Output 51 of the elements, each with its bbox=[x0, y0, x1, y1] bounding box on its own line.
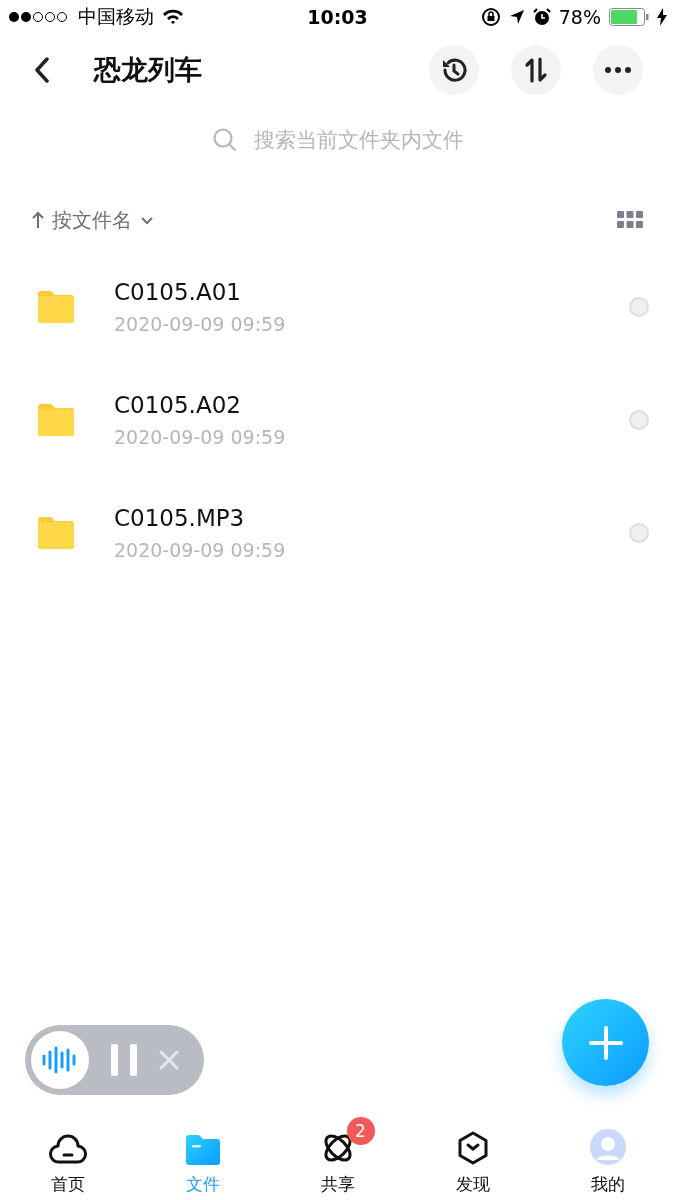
battery-percent: 78% bbox=[558, 6, 601, 28]
chevron-down-icon bbox=[140, 215, 154, 225]
history-icon bbox=[440, 56, 468, 84]
close-icon[interactable] bbox=[159, 1050, 179, 1070]
folder-icon bbox=[38, 290, 74, 323]
file-row[interactable]: C0105.MP3 2020-09-09 09:59 bbox=[0, 476, 675, 589]
file-date: 2020-09-09 09:59 bbox=[114, 425, 287, 448]
signal-icon bbox=[8, 11, 70, 23]
wifi-icon bbox=[162, 9, 184, 25]
folder-title: 恐龙列车 bbox=[94, 53, 203, 87]
plus-icon bbox=[587, 1024, 624, 1061]
folder-icon bbox=[38, 516, 74, 549]
clock-time: 10:03 bbox=[307, 6, 368, 28]
select-checkbox[interactable] bbox=[629, 522, 649, 543]
select-checkbox[interactable] bbox=[629, 296, 649, 317]
file-name: C0105.MP3 bbox=[114, 504, 246, 531]
file-name: C0105.A01 bbox=[114, 278, 242, 305]
sort-by-name-button[interactable]: 按文件名 bbox=[32, 206, 154, 234]
add-button[interactable] bbox=[562, 999, 649, 1086]
sort-order-button[interactable] bbox=[511, 45, 561, 95]
select-checkbox[interactable] bbox=[629, 409, 649, 430]
file-date: 2020-09-09 09:59 bbox=[114, 538, 287, 561]
more-button[interactable] bbox=[593, 45, 643, 95]
alarm-icon bbox=[532, 8, 551, 26]
search-icon bbox=[211, 127, 238, 153]
folder-icon bbox=[38, 403, 74, 436]
pause-icon[interactable] bbox=[109, 1044, 139, 1076]
grid-view-button[interactable] bbox=[617, 211, 643, 229]
charging-icon bbox=[657, 8, 667, 26]
folder-icon bbox=[185, 1135, 220, 1165]
notification-badge: 2 bbox=[346, 1117, 375, 1145]
carrier-name: 中国移动 bbox=[78, 4, 154, 29]
hexagon-icon bbox=[456, 1131, 489, 1165]
file-row[interactable]: C0105.A01 2020-09-09 09:59 bbox=[0, 250, 675, 363]
tab[interactable]: 我的 bbox=[540, 1110, 675, 1196]
tab[interactable]: 首页 bbox=[0, 1110, 135, 1196]
up-arrow-icon bbox=[32, 211, 44, 229]
tab[interactable]: 发现 bbox=[405, 1110, 540, 1196]
avatar-icon bbox=[589, 1129, 626, 1165]
battery-icon bbox=[609, 8, 649, 26]
file-date: 2020-09-09 09:59 bbox=[114, 312, 287, 335]
more-icon bbox=[605, 67, 631, 73]
file-row[interactable]: C0105.A02 2020-09-09 09:59 bbox=[0, 363, 675, 476]
rotation-lock-icon bbox=[480, 7, 501, 27]
location-arrow-icon bbox=[508, 9, 525, 25]
tab[interactable]: 2 共享 bbox=[270, 1110, 405, 1196]
history-button[interactable] bbox=[429, 45, 479, 95]
grid-icon bbox=[617, 211, 643, 229]
up-down-arrows-icon bbox=[524, 57, 548, 83]
file-name: C0105.A02 bbox=[114, 391, 242, 418]
voice-wave-icon bbox=[31, 1031, 89, 1089]
